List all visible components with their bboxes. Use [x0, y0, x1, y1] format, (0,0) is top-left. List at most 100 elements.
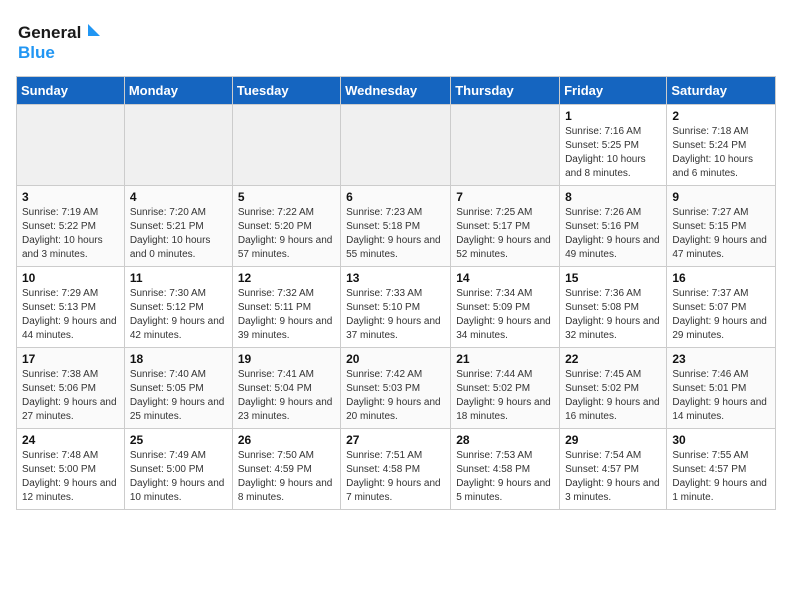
calendar-header-row: SundayMondayTuesdayWednesdayThursdayFrid…	[17, 77, 776, 105]
calendar-day-cell: 14 Sunrise: 7:34 AM Sunset: 5:09 PM Dayli…	[451, 267, 560, 348]
day-info: Sunrise: 7:19 AM Sunset: 5:22 PM Dayligh…	[22, 206, 119, 262]
day-number: 8	[565, 190, 661, 204]
day-number: 20	[346, 352, 445, 366]
day-info: Sunrise: 7:32 AM Sunset: 5:11 PM Dayligh…	[238, 287, 335, 343]
weekday-header: Wednesday	[341, 77, 451, 105]
weekday-header: Saturday	[667, 77, 776, 105]
calendar-day-cell: 25 Sunrise: 7:49 AM Sunset: 5:00 PM Dayli…	[124, 429, 232, 510]
calendar-day-cell: 3 Sunrise: 7:19 AM Sunset: 5:22 PM Daylig…	[17, 186, 125, 267]
day-info: Sunrise: 7:36 AM Sunset: 5:08 PM Dayligh…	[565, 287, 661, 343]
day-number: 19	[238, 352, 335, 366]
calendar-day-cell: 30 Sunrise: 7:55 AM Sunset: 4:57 PM Dayli…	[667, 429, 776, 510]
day-info: Sunrise: 7:48 AM Sunset: 5:00 PM Dayligh…	[22, 449, 119, 505]
day-number: 26	[238, 433, 335, 447]
day-number: 14	[456, 271, 554, 285]
calendar-day-cell: 27 Sunrise: 7:51 AM Sunset: 4:58 PM Dayli…	[341, 429, 451, 510]
day-number: 24	[22, 433, 119, 447]
calendar-day-cell: 6 Sunrise: 7:23 AM Sunset: 5:18 PM Daylig…	[341, 186, 451, 267]
calendar-day-cell: 20 Sunrise: 7:42 AM Sunset: 5:03 PM Dayli…	[341, 348, 451, 429]
day-info: Sunrise: 7:25 AM Sunset: 5:17 PM Dayligh…	[456, 206, 554, 262]
calendar-day-cell: 17Sunrise: 7:38 AM Sunset: 5:06 PM Dayli…	[17, 348, 125, 429]
calendar-day-cell: 23 Sunrise: 7:46 AM Sunset: 5:01 PM Dayli…	[667, 348, 776, 429]
day-number: 5	[238, 190, 335, 204]
calendar-day-cell	[124, 105, 232, 186]
day-number: 11	[130, 271, 227, 285]
day-info: Sunrise: 7:34 AM Sunset: 5:09 PM Dayligh…	[456, 287, 554, 343]
day-info: Sunrise: 7:27 AM Sunset: 5:15 PM Dayligh…	[672, 206, 770, 262]
day-number: 12	[238, 271, 335, 285]
calendar-week-row: 3 Sunrise: 7:19 AM Sunset: 5:22 PM Daylig…	[17, 186, 776, 267]
day-info: Sunrise: 7:23 AM Sunset: 5:18 PM Dayligh…	[346, 206, 445, 262]
day-info: Sunrise: 7:41 AM Sunset: 5:04 PM Dayligh…	[238, 368, 335, 424]
calendar-day-cell: 9 Sunrise: 7:27 AM Sunset: 5:15 PM Daylig…	[667, 186, 776, 267]
day-number: 10	[22, 271, 119, 285]
svg-text:Blue: Blue	[18, 43, 55, 62]
day-number: 29	[565, 433, 661, 447]
calendar-day-cell: 24 Sunrise: 7:48 AM Sunset: 5:00 PM Dayli…	[17, 429, 125, 510]
day-number: 22	[565, 352, 661, 366]
day-number: 16	[672, 271, 770, 285]
calendar-day-cell: 2 Sunrise: 7:18 AM Sunset: 5:24 PM Daylig…	[667, 105, 776, 186]
day-info: Sunrise: 7:33 AM Sunset: 5:10 PM Dayligh…	[346, 287, 445, 343]
calendar-day-cell: 19 Sunrise: 7:41 AM Sunset: 5:04 PM Dayli…	[232, 348, 340, 429]
day-info: Sunrise: 7:49 AM Sunset: 5:00 PM Dayligh…	[130, 449, 227, 505]
day-number: 3	[22, 190, 119, 204]
calendar-day-cell: 13 Sunrise: 7:33 AM Sunset: 5:10 PM Dayli…	[341, 267, 451, 348]
logo: GeneralBlue	[16, 16, 106, 64]
day-number: 7	[456, 190, 554, 204]
page-header: GeneralBlue	[16, 16, 776, 64]
day-number: 25	[130, 433, 227, 447]
calendar-day-cell: 10 Sunrise: 7:29 AM Sunset: 5:13 PM Dayli…	[17, 267, 125, 348]
calendar-day-cell: 28Sunrise: 7:53 AM Sunset: 4:58 PM Dayli…	[451, 429, 560, 510]
calendar-day-cell: 18 Sunrise: 7:40 AM Sunset: 5:05 PM Dayli…	[124, 348, 232, 429]
day-number: 13	[346, 271, 445, 285]
calendar-day-cell: 21Sunrise: 7:44 AM Sunset: 5:02 PM Dayli…	[451, 348, 560, 429]
day-number: 9	[672, 190, 770, 204]
day-info: Sunrise: 7:45 AM Sunset: 5:02 PM Dayligh…	[565, 368, 661, 424]
calendar-day-cell: 4 Sunrise: 7:20 AM Sunset: 5:21 PM Daylig…	[124, 186, 232, 267]
day-info: Sunrise: 7:54 AM Sunset: 4:57 PM Dayligh…	[565, 449, 661, 505]
day-info: Sunrise: 7:22 AM Sunset: 5:20 PM Dayligh…	[238, 206, 335, 262]
svg-text:General: General	[18, 23, 81, 42]
day-number: 6	[346, 190, 445, 204]
day-number: 18	[130, 352, 227, 366]
day-info: Sunrise: 7:20 AM Sunset: 5:21 PM Dayligh…	[130, 206, 227, 262]
calendar-day-cell: 7 Sunrise: 7:25 AM Sunset: 5:17 PM Daylig…	[451, 186, 560, 267]
weekday-header: Monday	[124, 77, 232, 105]
day-number: 1	[565, 109, 661, 123]
day-info: Sunrise: 7:55 AM Sunset: 4:57 PM Dayligh…	[672, 449, 770, 505]
day-info: Sunrise: 7:42 AM Sunset: 5:03 PM Dayligh…	[346, 368, 445, 424]
day-number: 2	[672, 109, 770, 123]
day-number: 15	[565, 271, 661, 285]
day-info: Sunrise: 7:46 AM Sunset: 5:01 PM Dayligh…	[672, 368, 770, 424]
day-info: Sunrise: 7:29 AM Sunset: 5:13 PM Dayligh…	[22, 287, 119, 343]
calendar-day-cell: 26Sunrise: 7:50 AM Sunset: 4:59 PM Dayli…	[232, 429, 340, 510]
day-number: 30	[672, 433, 770, 447]
day-info: Sunrise: 7:16 AM Sunset: 5:25 PM Dayligh…	[565, 125, 661, 181]
day-info: Sunrise: 7:18 AM Sunset: 5:24 PM Dayligh…	[672, 125, 770, 181]
logo-svg: GeneralBlue	[16, 16, 106, 64]
day-info: Sunrise: 7:38 AM Sunset: 5:06 PM Dayligh…	[22, 368, 119, 424]
weekday-header: Friday	[560, 77, 667, 105]
day-info: Sunrise: 7:51 AM Sunset: 4:58 PM Dayligh…	[346, 449, 445, 505]
day-number: 28	[456, 433, 554, 447]
calendar-day-cell	[341, 105, 451, 186]
calendar-day-cell: 5 Sunrise: 7:22 AM Sunset: 5:20 PM Daylig…	[232, 186, 340, 267]
calendar-week-row: 1 Sunrise: 7:16 AM Sunset: 5:25 PM Daylig…	[17, 105, 776, 186]
weekday-header: Tuesday	[232, 77, 340, 105]
day-number: 27	[346, 433, 445, 447]
calendar-week-row: 17Sunrise: 7:38 AM Sunset: 5:06 PM Dayli…	[17, 348, 776, 429]
day-number: 4	[130, 190, 227, 204]
calendar-day-cell	[17, 105, 125, 186]
weekday-header: Sunday	[17, 77, 125, 105]
calendar-day-cell: 16Sunrise: 7:37 AM Sunset: 5:07 PM Dayli…	[667, 267, 776, 348]
day-info: Sunrise: 7:40 AM Sunset: 5:05 PM Dayligh…	[130, 368, 227, 424]
calendar-day-cell: 11 Sunrise: 7:30 AM Sunset: 5:12 PM Dayli…	[124, 267, 232, 348]
calendar-table: SundayMondayTuesdayWednesdayThursdayFrid…	[16, 76, 776, 510]
weekday-header: Thursday	[451, 77, 560, 105]
day-info: Sunrise: 7:30 AM Sunset: 5:12 PM Dayligh…	[130, 287, 227, 343]
day-info: Sunrise: 7:44 AM Sunset: 5:02 PM Dayligh…	[456, 368, 554, 424]
calendar-day-cell: 12 Sunrise: 7:32 AM Sunset: 5:11 PM Dayli…	[232, 267, 340, 348]
calendar-week-row: 10 Sunrise: 7:29 AM Sunset: 5:13 PM Dayli…	[17, 267, 776, 348]
day-number: 23	[672, 352, 770, 366]
